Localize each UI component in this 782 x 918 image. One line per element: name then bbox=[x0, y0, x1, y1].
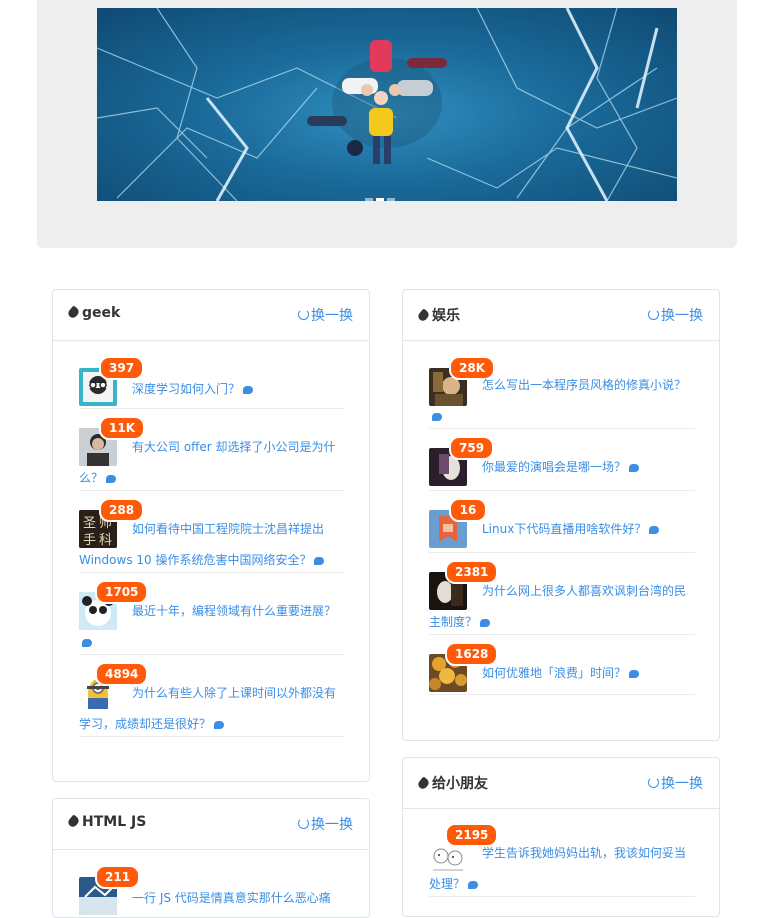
question-text: 深度学习如何入门？ bbox=[132, 382, 241, 396]
list-item: 211 一行 JS 代码是情真意实那什么恶心痛 bbox=[79, 855, 345, 917]
comment-icon bbox=[214, 721, 225, 729]
question-link[interactable]: 学生告诉我她妈妈出轨，我该如何妥当处理？ bbox=[429, 838, 695, 900]
list-item: 2195 学生告诉我她妈妈出轨，我该如何妥当处理？ bbox=[429, 814, 695, 897]
question-link[interactable]: 最近十年，编程领域有什么重要进展？ bbox=[79, 596, 345, 658]
panel-title: 给小朋友 bbox=[416, 773, 488, 793]
carousel-indicators bbox=[365, 186, 409, 201]
panel-header: HTML JS 换一换 bbox=[53, 799, 369, 850]
panel-title-text: 娱乐 bbox=[432, 308, 460, 324]
question-link[interactable]: 如何看待中国工程院院士沈昌祥提出 Windows 10 操作系统危害中国网络安全… bbox=[79, 514, 345, 576]
question-link[interactable]: 一行 JS 代码是情真意实那什么恶心痛 bbox=[79, 883, 345, 914]
list-item: 759 你最爱的演唱会是哪一场？ bbox=[429, 428, 695, 491]
panel-title-text: geek bbox=[82, 305, 121, 321]
list-item: 4894 为什么有些人除了上课时间以外都没有学习，成绩却还是很好？ bbox=[79, 654, 345, 737]
question-link[interactable]: 如何优雅地「浪费」时间？ bbox=[429, 658, 695, 689]
refresh-button[interactable]: 换一换 bbox=[298, 305, 353, 325]
tag-icon bbox=[66, 814, 81, 829]
list-item: 2381 为什么网上很多人都喜欢讽刺台湾的民主制度？ bbox=[429, 552, 695, 635]
question-text: 如何看待中国工程院院士沈昌祥提出 Windows 10 操作系统危害中国网络安全… bbox=[79, 522, 325, 567]
question-link[interactable]: 为什么网上很多人都喜欢讽刺台湾的民主制度？ bbox=[429, 576, 695, 638]
comment-icon bbox=[629, 464, 640, 472]
carousel-dot-active[interactable] bbox=[376, 198, 384, 201]
refresh-button[interactable]: 换一换 bbox=[648, 305, 703, 325]
question-link[interactable]: 你最爱的演唱会是哪一场？ bbox=[429, 452, 695, 483]
comment-icon bbox=[629, 670, 640, 678]
question-text: 如何优雅地「浪费」时间？ bbox=[482, 666, 627, 680]
panel-header: geek 换一换 bbox=[53, 290, 369, 341]
list-item: 16 Linux下代码直播用啥软件好？ bbox=[429, 490, 695, 553]
panel-title: 娱乐 bbox=[416, 305, 460, 325]
refresh-label: 换一换 bbox=[311, 308, 353, 324]
comment-icon bbox=[82, 639, 92, 647]
panel-title-text: HTML JS bbox=[82, 814, 147, 830]
banner-image bbox=[97, 8, 677, 201]
panel-title: HTML JS bbox=[66, 814, 147, 830]
comment-icon bbox=[649, 526, 660, 534]
question-text: 为什么有些人除了上课时间以外都没有学习，成绩却还是很好？ bbox=[79, 686, 337, 731]
panel-html-js: HTML JS 换一换 211 一行 JS 代码是情真意实那什么恶心痛 bbox=[52, 798, 370, 918]
refresh-label: 换一换 bbox=[311, 817, 353, 833]
question-text: 为什么网上很多人都喜欢讽刺台湾的民主制度？ bbox=[429, 584, 687, 629]
tag-icon bbox=[416, 776, 431, 791]
question-link[interactable]: 有大公司 offer 却选择了小公司是为什么？ bbox=[79, 432, 345, 494]
question-text: 一行 JS 代码是情真意实那什么恶心痛 bbox=[132, 891, 331, 905]
comment-icon bbox=[468, 881, 479, 889]
list-item: 1628 如何优雅地「浪费」时间？ bbox=[429, 634, 695, 695]
panel-geek: geek 换一换 397 深度学习如何入门？ 11K 有大公司 offer 却选… bbox=[52, 289, 370, 782]
panel-title-text: 给小朋友 bbox=[432, 776, 488, 792]
question-text: 有大公司 offer 却选择了小公司是为什么？ bbox=[79, 440, 336, 485]
refresh-label: 换一换 bbox=[661, 308, 703, 324]
question-text: Linux下代码直播用啥软件好？ bbox=[482, 522, 647, 536]
comment-icon bbox=[243, 386, 254, 394]
list-item: 397 深度学习如何入门？ bbox=[79, 346, 345, 409]
question-link[interactable]: 为什么有些人除了上课时间以外都没有学习，成绩却还是很好？ bbox=[79, 678, 345, 740]
question-text: 最近十年，编程领域有什么重要进展？ bbox=[132, 604, 337, 618]
refresh-icon bbox=[298, 818, 309, 829]
question-link[interactable]: 深度学习如何入门？ bbox=[79, 374, 345, 405]
comment-icon bbox=[432, 413, 442, 421]
list-item: 圣师手科 288 如何看待中国工程院院士沈昌祥提出 Windows 10 操作系… bbox=[79, 490, 345, 573]
question-text: 怎么写出一本程序员风格的修真小说？ bbox=[482, 378, 687, 392]
question-link[interactable]: 怎么写出一本程序员风格的修真小说？ bbox=[429, 370, 695, 432]
tag-icon bbox=[416, 308, 431, 323]
panel-header: 娱乐 换一换 bbox=[403, 290, 719, 341]
comment-icon bbox=[314, 557, 325, 565]
list-item: 11K 有大公司 offer 却选择了小公司是为什么？ bbox=[79, 408, 345, 491]
refresh-button[interactable]: 换一换 bbox=[648, 773, 703, 793]
panel-for-kids: 给小朋友 换一换 2195 学生告诉我她妈妈出轨，我该如何妥当处理？ bbox=[402, 757, 720, 917]
question-link[interactable]: Linux下代码直播用啥软件好？ bbox=[429, 514, 695, 545]
carousel-dot[interactable] bbox=[365, 198, 373, 201]
tag-icon bbox=[66, 305, 81, 320]
list-item: 1705 最近十年，编程领域有什么重要进展？ bbox=[79, 572, 345, 655]
banner-container bbox=[37, 0, 737, 248]
list-item: 28K 怎么写出一本程序员风格的修真小说？ bbox=[429, 346, 695, 429]
refresh-icon bbox=[648, 309, 659, 320]
refresh-button[interactable]: 换一换 bbox=[298, 814, 353, 834]
carousel-dot[interactable] bbox=[387, 198, 395, 201]
refresh-label: 换一换 bbox=[661, 776, 703, 792]
question-text: 你最爱的演唱会是哪一场？ bbox=[482, 460, 627, 474]
panel-header: 给小朋友 换一换 bbox=[403, 758, 719, 809]
refresh-icon bbox=[648, 777, 659, 788]
comment-icon bbox=[106, 475, 117, 483]
panel-entertainment: 娱乐 换一换 28K 怎么写出一本程序员风格的修真小说？ 759 你最爱的演唱会… bbox=[402, 289, 720, 741]
refresh-icon bbox=[298, 309, 309, 320]
panel-title: geek bbox=[66, 305, 121, 321]
banner-carousel[interactable] bbox=[97, 8, 677, 201]
comment-icon bbox=[480, 619, 491, 627]
